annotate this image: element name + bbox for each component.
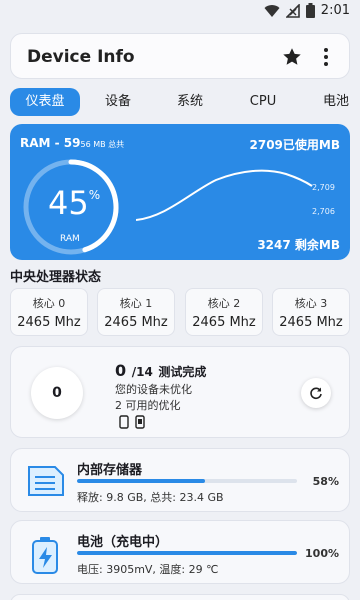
more-vert-icon[interactable] [315, 46, 337, 68]
tests-card[interactable]: 0 0 /14 测试完成 您的设备未优化 2 可用的优化 [10, 346, 350, 438]
tab-battery[interactable]: 电池 [308, 88, 360, 116]
tab-dashboard[interactable]: 仪表盘 [10, 88, 80, 116]
storage-icon [28, 466, 64, 496]
storage-detail: 释放: 9.8 GB, 总共: 23.4 GB [77, 491, 224, 504]
phone-icon [119, 415, 129, 429]
core-card[interactable]: 核心 1 2465 Mhz [97, 288, 175, 336]
tab-bar: 仪表盘 设备 系统 CPU 电池 [0, 86, 360, 118]
battery-progress-fill [77, 551, 297, 555]
app-bar: Device Info [10, 33, 350, 79]
core-frequency: 2465 Mhz [104, 315, 168, 330]
wifi-icon [264, 4, 280, 17]
battery-title: 电池（充电中） [77, 535, 169, 550]
core-frequency: 2465 Mhz [17, 315, 81, 330]
tests-progress: 0 /14 测试完成 [115, 361, 207, 380]
core-card[interactable]: 核心 0 2465 Mhz [10, 288, 88, 336]
refresh-button[interactable] [301, 378, 331, 408]
clock: 2:01 [320, 3, 350, 18]
tab-cpu[interactable]: CPU [236, 88, 290, 116]
battery-detail: 电压: 3905mV, 温度: 29 ℃ [77, 563, 219, 576]
status-bar: 2:01 [0, 0, 360, 24]
ram-card[interactable]: RAM - 5956 MB 总共 2709已使用MB 45% RAM 2,709… [10, 124, 350, 260]
core-label: 核心 3 [294, 297, 328, 310]
battery-card[interactable]: 电池（充电中） 电压: 3905mV, 温度: 29 ℃ 100% [10, 520, 350, 584]
ram-percent: 45% [48, 184, 101, 222]
signal-icon [285, 3, 300, 18]
battery-status-icon [305, 3, 315, 18]
core-card[interactable]: 核心 2 2465 Mhz [185, 288, 263, 336]
battery-progress-bar [77, 551, 297, 555]
core-label: 核心 1 [119, 297, 153, 310]
ram-total-label: RAM - 5956 MB 总共 [20, 136, 125, 150]
tests-status: 您的设备未优化 [115, 383, 192, 396]
tab-system[interactable]: 系统 [162, 88, 218, 116]
ram-usage-graph [136, 169, 313, 221]
ram-used: 2709已使用MB [249, 138, 341, 152]
core-label: 核心 0 [32, 297, 66, 310]
battery-charging-icon [32, 537, 58, 574]
storage-card[interactable]: 内部存储器 释放: 9.8 GB, 总共: 23.4 GB 58% [10, 448, 350, 512]
cpu-section-title: 中央处理器状态 [10, 270, 102, 285]
device-icons [119, 415, 145, 429]
storage-percent: 58% [312, 475, 339, 488]
next-card-peek [10, 594, 350, 600]
graph-axis-top: 2,709 [312, 183, 335, 192]
storage-progress-bar [77, 479, 297, 483]
graph-axis-bottom: 2,706 [312, 207, 335, 216]
app-title: Device Info [27, 47, 135, 67]
tab-device[interactable]: 设备 [90, 88, 146, 116]
core-frequency: 2465 Mhz [279, 315, 343, 330]
storage-progress-fill [77, 479, 205, 483]
star-icon[interactable] [281, 46, 303, 68]
refresh-icon [310, 387, 322, 400]
core-frequency: 2465 Mhz [192, 315, 256, 330]
tests-optimizations: 2 可用的优化 [115, 399, 181, 412]
ram-free: 3247 剩余MB [257, 238, 340, 252]
tests-score-circle: 0 [31, 367, 83, 419]
ram-gauge-label: RAM [60, 234, 80, 244]
core-label: 核心 2 [207, 297, 241, 310]
phone-check-icon [135, 415, 145, 429]
storage-title: 内部存储器 [77, 463, 143, 478]
core-card[interactable]: 核心 3 2465 Mhz [272, 288, 350, 336]
battery-percent: 100% [305, 547, 339, 560]
